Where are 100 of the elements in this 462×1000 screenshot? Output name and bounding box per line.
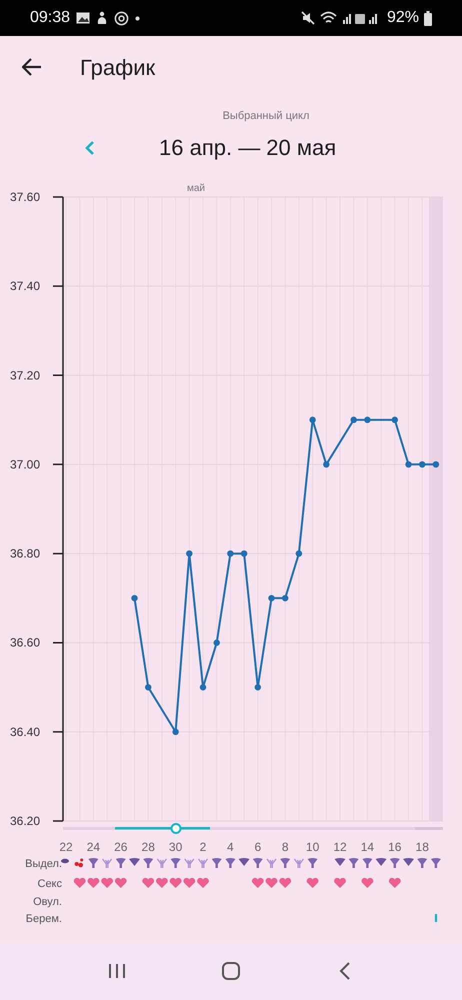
axis-label: 36.80 xyxy=(10,546,40,561)
data-point xyxy=(405,461,412,468)
drop-icon xyxy=(390,858,400,868)
row-label: Берем. xyxy=(26,913,62,925)
drop-icon xyxy=(212,858,222,868)
drop-icon xyxy=(403,858,414,866)
blood-icon xyxy=(74,858,84,868)
heart-icon xyxy=(266,878,278,888)
heart-icon xyxy=(306,878,318,888)
axis-label: 37.00 xyxy=(10,457,40,472)
status-time: 09:38 xyxy=(30,8,70,28)
drop-icon xyxy=(294,858,304,869)
heart-icon xyxy=(197,878,209,888)
drop-icon xyxy=(252,858,263,868)
recent-apps-icon xyxy=(108,963,126,979)
wifi-icon xyxy=(320,11,337,25)
drop-icon xyxy=(266,858,277,869)
heart-icon xyxy=(334,878,346,888)
axis-label: 16 xyxy=(388,840,402,854)
axis-label: 22 xyxy=(59,840,73,854)
drop-icon xyxy=(102,858,112,869)
drop-icon xyxy=(430,858,441,868)
axis-label: 36.60 xyxy=(10,636,40,650)
drop-icon xyxy=(238,858,250,866)
drop-icon xyxy=(417,858,428,868)
dot-icon xyxy=(135,16,140,20)
heart-icon xyxy=(279,878,292,888)
data-point xyxy=(227,550,234,557)
axis-label: 30 xyxy=(168,840,182,854)
axis-label: 14 xyxy=(360,840,374,854)
heart-icon xyxy=(156,878,168,888)
data-point xyxy=(186,550,192,557)
home-icon xyxy=(221,961,241,981)
data-point xyxy=(296,550,302,557)
data-point xyxy=(350,416,357,424)
axis-label: 10 xyxy=(306,840,320,854)
drop-icon xyxy=(129,858,140,866)
heart-icon xyxy=(142,878,154,888)
figure-icon xyxy=(96,11,108,25)
row-label: Овул. xyxy=(33,896,62,908)
spotting-icon xyxy=(61,858,69,864)
back-arrow-icon xyxy=(22,58,42,76)
data-point xyxy=(172,728,179,736)
drop-icon xyxy=(184,858,194,869)
axis-label: 37.60 xyxy=(10,190,40,204)
axis-label: 6 xyxy=(254,840,262,854)
drop-icon xyxy=(88,858,98,868)
drop-icon xyxy=(334,858,346,866)
heart-icon xyxy=(388,878,401,888)
drop-icon xyxy=(348,858,359,868)
axis-label: 4 xyxy=(227,840,234,854)
heart-icon xyxy=(170,878,182,888)
data-point xyxy=(200,684,206,690)
drop-icon xyxy=(198,858,208,869)
data-point xyxy=(364,416,371,424)
axis-label: 28 xyxy=(142,840,155,854)
image-icon xyxy=(76,12,90,24)
axis-label: 37.40 xyxy=(10,279,40,294)
drop-icon xyxy=(143,858,154,868)
heart-icon xyxy=(88,878,100,888)
nav-back-icon xyxy=(339,962,351,980)
row-label: Выдел. xyxy=(25,858,62,870)
heart-icon xyxy=(74,878,86,888)
heart-icon xyxy=(101,878,113,888)
pregnancy-mark xyxy=(434,914,438,922)
data-point xyxy=(392,416,398,424)
data-point xyxy=(419,461,426,468)
data-point xyxy=(145,684,152,690)
drop-icon xyxy=(156,858,168,869)
drop-icon xyxy=(308,858,318,868)
axis-label: 26 xyxy=(114,840,128,854)
cycle-caption: Выбранный цикл xyxy=(222,109,310,124)
battery-level: 92% xyxy=(386,8,419,28)
data-point xyxy=(131,594,138,602)
scroll-bar[interactable] xyxy=(63,823,443,834)
heart-icon xyxy=(114,878,127,888)
drop-icon xyxy=(116,858,126,868)
axis-label: 37.20 xyxy=(10,368,40,382)
drop-icon xyxy=(225,858,236,868)
drop-icon xyxy=(170,858,181,868)
data-point xyxy=(240,550,248,557)
data-point xyxy=(432,461,440,468)
heart-icon xyxy=(252,878,264,888)
data-point xyxy=(214,640,220,646)
axis-label: 36.40 xyxy=(10,724,40,739)
drop-icon xyxy=(376,858,387,866)
drop-icon xyxy=(362,858,372,868)
row-label: Секс xyxy=(38,878,62,890)
heart-icon xyxy=(183,878,196,888)
axis-label: 18 xyxy=(416,840,429,854)
battery-icon xyxy=(424,10,432,26)
cycle-range: 16 апр. — 20 мая xyxy=(159,134,336,162)
chevron-left-icon xyxy=(85,140,95,156)
axis-label: 36.20 xyxy=(10,814,40,828)
axis-label: 2 xyxy=(200,840,206,854)
heart-icon xyxy=(362,878,374,888)
data-point xyxy=(309,416,316,424)
mute-icon xyxy=(300,11,315,25)
axis-label: 8 xyxy=(282,840,289,854)
data-point xyxy=(323,461,330,468)
